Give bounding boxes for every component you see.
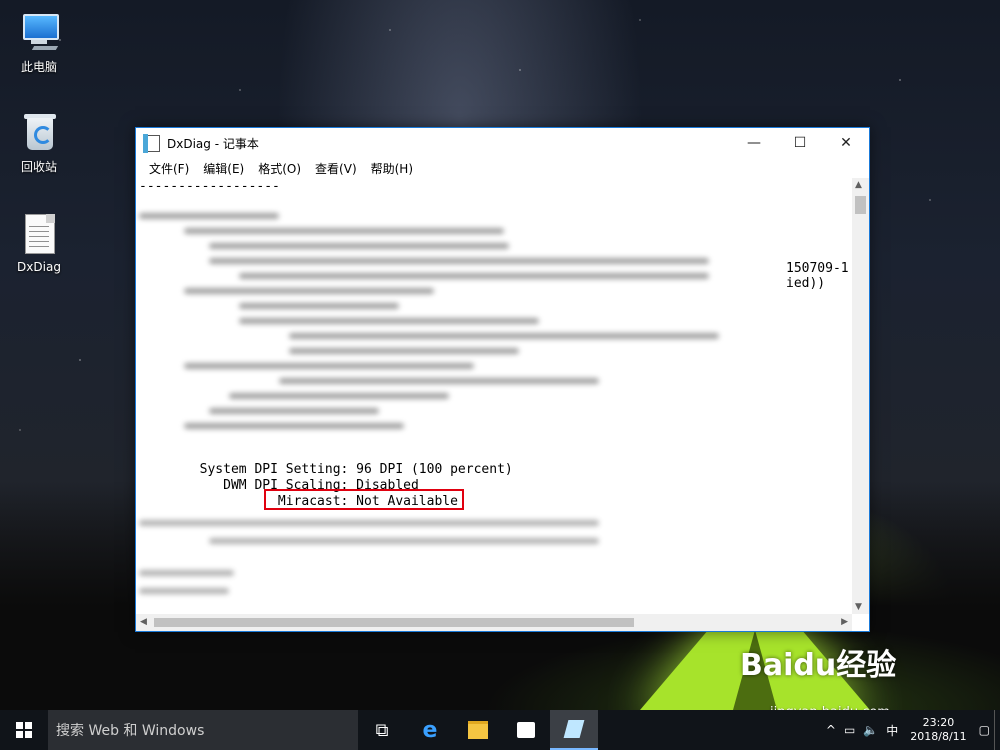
text-file-icon [19, 212, 59, 256]
clock[interactable]: 23:20 2018/8/11 [902, 716, 974, 744]
search-box[interactable]: 搜索 Web 和 Windows [48, 710, 358, 750]
clock-time: 23:20 [922, 716, 955, 729]
baidu-watermark: Baidu经验 [740, 648, 897, 683]
scroll-right-icon[interactable]: ▶ [841, 617, 848, 627]
store-button[interactable] [502, 710, 550, 750]
system-tray: ^ ▭ 🔈 中 23:20 2018/8/11 ▢ [822, 710, 1000, 750]
truncated-text-right-2: ied)) [786, 276, 826, 291]
up-arrow-icon[interactable]: ^ [822, 723, 840, 737]
separator-line: ------------------ [139, 179, 280, 194]
task-view-icon: ⧉ [375, 719, 389, 741]
menu-help[interactable]: 帮助(H) [364, 160, 420, 177]
text-editor[interactable]: ------------------ 150709-1 ied)) System… [136, 178, 852, 614]
file-explorer-button[interactable] [454, 710, 502, 750]
desktop-icon-recycle-bin[interactable]: 回收站 [10, 110, 68, 175]
menu-format[interactable]: 格式(O) [251, 160, 308, 177]
notepad-window[interactable]: DxDiag - 记事本 — ☐ ✕ 文件(F) 编辑(E) 格式(O) 查看(… [135, 127, 870, 632]
menu-edit[interactable]: 编辑(E) [196, 160, 251, 177]
desktop-icon-label: 此电脑 [20, 60, 57, 74]
scroll-left-icon[interactable]: ◀ [140, 617, 147, 627]
truncated-text-right-1: 150709-1 [786, 261, 849, 276]
menu-view[interactable]: 查看(V) [308, 160, 364, 177]
blurred-text-block-lower [139, 508, 649, 614]
notification-icon[interactable]: ▢ [975, 723, 994, 737]
blurred-text-block [139, 204, 719, 474]
window-title: DxDiag - 记事本 [167, 136, 259, 151]
scroll-up-icon[interactable]: ▲ [855, 180, 862, 190]
menu-file[interactable]: 文件(F) [142, 160, 196, 177]
maximize-button[interactable]: ☐ [777, 128, 823, 158]
desktop-icon-label: 回收站 [20, 160, 57, 174]
minimize-button[interactable]: — [731, 128, 777, 158]
desktop-icon-label: DxDiag [17, 260, 61, 274]
vertical-scrollbar[interactable]: ▲ ▼ [852, 178, 869, 614]
ime-indicator[interactable]: 中 [882, 722, 902, 739]
start-button[interactable] [0, 710, 48, 750]
miracast-highlight-box [264, 489, 464, 510]
notepad-icon [143, 133, 160, 153]
task-view-button[interactable]: ⧉ [358, 710, 406, 750]
taskbar: 搜索 Web 和 Windows ⧉ e ^ ▭ 🔈 中 23:20 2018/… [0, 710, 1000, 750]
recycle-bin-icon [19, 110, 59, 154]
edge-icon: e [422, 717, 438, 743]
notepad-icon [563, 720, 585, 738]
folder-icon [468, 721, 488, 739]
horizontal-scroll-thumb[interactable] [154, 618, 634, 627]
computer-icon [19, 10, 59, 54]
store-bag-icon [517, 722, 535, 738]
windows-logo-icon [16, 722, 32, 738]
network-icon[interactable]: ▭ [840, 723, 859, 737]
volume-icon[interactable]: 🔈 [859, 723, 882, 737]
title-bar[interactable]: DxDiag - 记事本 — ☐ ✕ [136, 128, 869, 158]
dpi-setting-line: System DPI Setting: 96 DPI (100 percent) [184, 462, 513, 477]
edge-button[interactable]: e [406, 710, 454, 750]
horizontal-scrollbar[interactable]: ◀ ▶ [136, 614, 852, 631]
notepad-taskbar-button[interactable] [550, 710, 598, 750]
menu-bar: 文件(F) 编辑(E) 格式(O) 查看(V) 帮助(H) [136, 158, 869, 178]
desktop-icon-this-pc[interactable]: 此电脑 [10, 10, 68, 75]
desktop-icon-dxdiag[interactable]: DxDiag [10, 212, 68, 274]
vertical-scroll-thumb[interactable] [855, 196, 866, 214]
clock-date: 2018/8/11 [910, 730, 967, 743]
scroll-down-icon[interactable]: ▼ [855, 602, 862, 612]
close-button[interactable]: ✕ [823, 128, 869, 158]
show-desktop-button[interactable] [994, 710, 1000, 750]
